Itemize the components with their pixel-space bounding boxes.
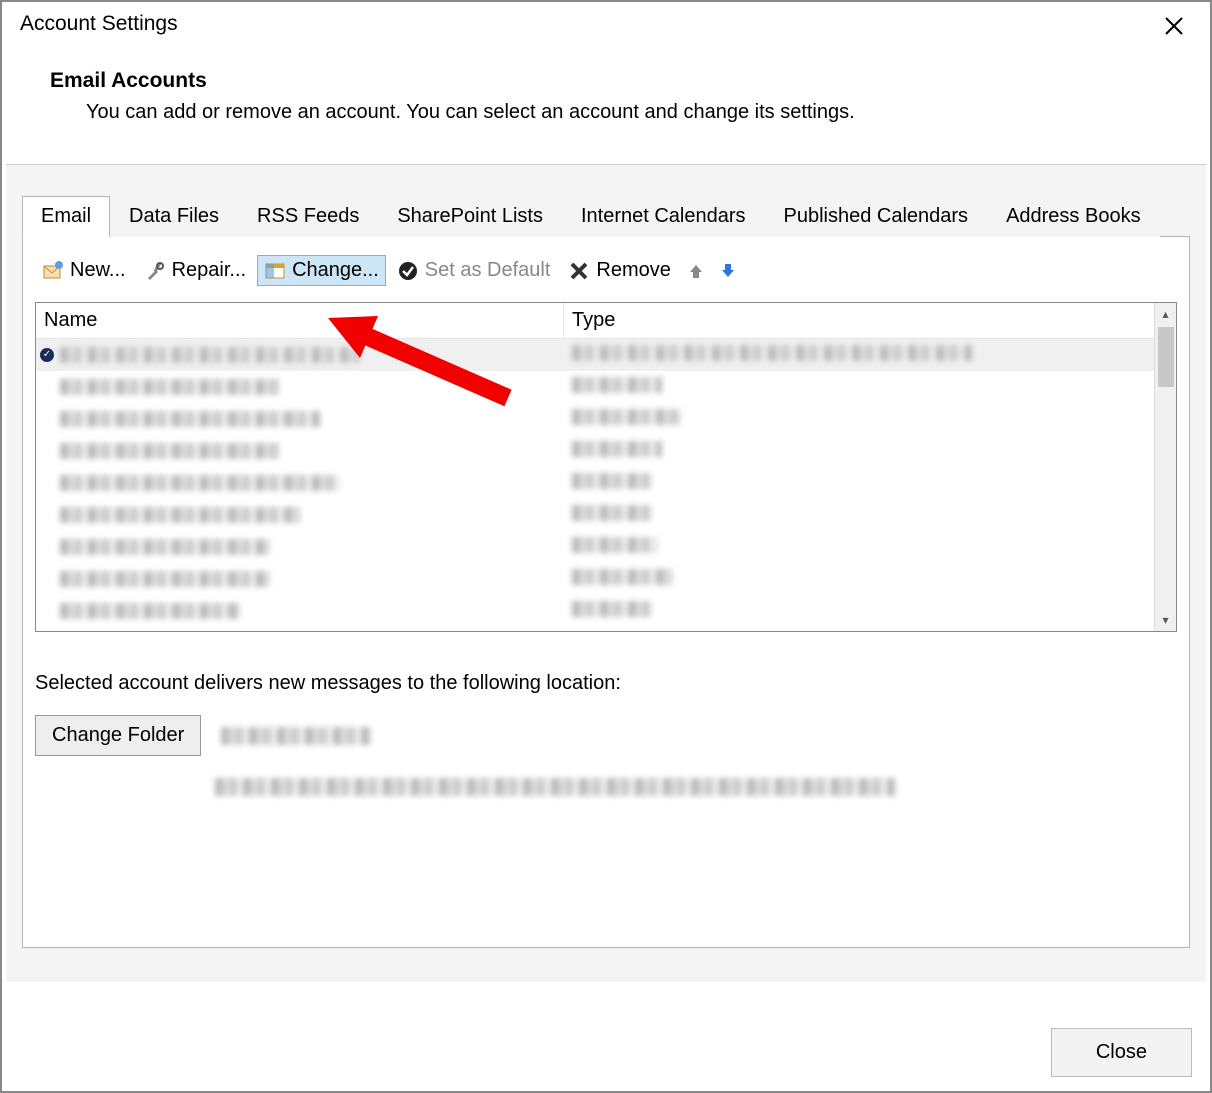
column-type[interactable]: Type: [564, 303, 1176, 338]
list-row[interactable]: [36, 595, 1176, 627]
list-row[interactable]: [36, 467, 1176, 499]
change-label: Change...: [292, 259, 379, 282]
repair-button[interactable]: Repair...: [137, 255, 253, 286]
tab-address-books[interactable]: Address Books: [987, 196, 1160, 237]
list-row[interactable]: [36, 339, 1176, 371]
tab-sharepoint-lists[interactable]: SharePoint Lists: [378, 196, 562, 237]
accounts-list[interactable]: Name Type: [35, 302, 1177, 632]
window-title: Account Settings: [20, 12, 178, 36]
checkmark-icon: [397, 260, 419, 282]
list-header: Name Type: [36, 303, 1176, 339]
list-row[interactable]: [36, 371, 1176, 403]
tab-published-calendars[interactable]: Published Calendars: [765, 196, 988, 237]
close-button[interactable]: Close: [1051, 1028, 1192, 1077]
tab-rss-feeds[interactable]: RSS Feeds: [238, 196, 378, 237]
list-row[interactable]: [36, 563, 1176, 595]
new-mail-icon: [42, 260, 64, 282]
list-row[interactable]: [36, 403, 1176, 435]
page-heading: Email Accounts: [50, 69, 1162, 93]
scroll-up-icon[interactable]: ▴: [1158, 303, 1174, 325]
tab-email[interactable]: Email: [22, 196, 110, 237]
list-row[interactable]: [36, 531, 1176, 563]
close-icon[interactable]: [1156, 12, 1192, 41]
change-icon: [264, 260, 286, 282]
move-up-button: [682, 256, 710, 286]
arrow-up-icon: [685, 260, 707, 282]
set-default-label: Set as Default: [425, 259, 551, 282]
remove-icon: [568, 260, 590, 282]
delivery-label: Selected account delivers new messages t…: [35, 672, 1177, 695]
move-down-button[interactable]: [714, 256, 742, 286]
page-subheading: You can add or remove an account. You ca…: [50, 101, 1162, 124]
delivery-folder: [221, 727, 371, 745]
change-button[interactable]: Change...: [257, 255, 386, 286]
change-folder-button[interactable]: Change Folder: [35, 715, 201, 756]
scroll-thumb[interactable]: [1158, 327, 1174, 387]
arrow-down-icon: [717, 260, 739, 282]
list-row[interactable]: [36, 435, 1176, 467]
tab-internet-calendars[interactable]: Internet Calendars: [562, 196, 765, 237]
column-name[interactable]: Name: [36, 303, 564, 338]
tabstrip: Email Data Files RSS Feeds SharePoint Li…: [6, 195, 1206, 236]
new-button[interactable]: New...: [35, 255, 133, 286]
toolbar: New... Repair... Change... Set as Defaul…: [35, 249, 1177, 302]
list-row[interactable]: [36, 499, 1176, 531]
delivery-path: [215, 778, 895, 796]
set-default-button: Set as Default: [390, 255, 558, 286]
tab-data-files[interactable]: Data Files: [110, 196, 238, 237]
remove-label: Remove: [596, 259, 670, 282]
new-label: New...: [70, 259, 126, 282]
repair-label: Repair...: [172, 259, 246, 282]
scrollbar[interactable]: ▴ ▾: [1154, 303, 1176, 631]
remove-button[interactable]: Remove: [561, 255, 677, 286]
default-account-icon: [40, 348, 54, 362]
scroll-down-icon[interactable]: ▾: [1155, 609, 1176, 631]
tools-icon: [144, 260, 166, 282]
